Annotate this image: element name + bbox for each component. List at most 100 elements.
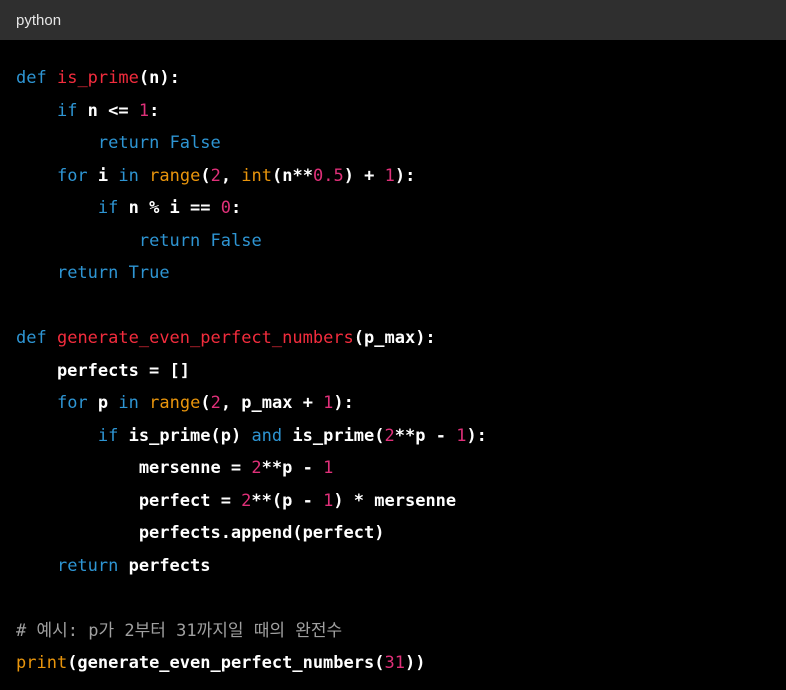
code-token: print — [16, 653, 68, 673]
code-token: ) + — [343, 165, 385, 186]
code-token: 1 — [138, 100, 150, 121]
code-token: perfects = [] — [16, 360, 190, 381]
code-token: return — [56, 555, 119, 576]
code-token: : — [230, 198, 242, 218]
code-line: for i in range(2, int(n**0.5) + 1): — [16, 160, 786, 193]
code-token: # 예시: p가 2부터 31까지일 때의 완전수 — [16, 620, 343, 641]
code-token: def — [16, 68, 47, 88]
code-block: python def is_prime(n): if n <= 1: retur… — [0, 0, 786, 690]
code-token: 2 — [384, 425, 395, 446]
code-line: def generate_even_perfect_numbers(p_max)… — [16, 322, 786, 355]
code-token: return — [97, 133, 160, 153]
code-token: ): — [394, 165, 416, 186]
code-token: n <= — [77, 100, 139, 121]
code-token: (n): — [138, 68, 180, 88]
code-token: if — [97, 198, 119, 218]
code-token: **(p - — [251, 490, 324, 511]
code-line: return perfects — [16, 550, 786, 583]
code-token: ) * mersenne — [333, 490, 457, 511]
code-token: ): — [333, 393, 354, 413]
code-token: 0.5 — [312, 165, 344, 186]
code-line: return False — [16, 225, 786, 258]
code-token: 2 — [241, 490, 252, 511]
code-token: True — [128, 263, 170, 283]
code-token: (generate_even_perfect_numbers( — [67, 653, 385, 673]
code-token: , p_max + — [220, 393, 324, 413]
code-token: perfects.append(perfect) — [16, 523, 385, 543]
code-token: perfects — [118, 555, 211, 576]
code-token: if — [97, 425, 119, 446]
code-line: mersenne = 2**p - 1 — [16, 452, 786, 485]
code-line: perfects = [] — [16, 355, 786, 388]
code-token: ): — [466, 425, 487, 446]
code-token: generate_even_perfect_numbers — [56, 328, 354, 348]
code-token: return — [56, 263, 119, 283]
code-token: ( — [200, 393, 211, 413]
code-token: 1 — [384, 165, 395, 186]
code-token: is_prime(p) — [118, 425, 252, 446]
code-token: range — [149, 393, 201, 413]
code-token: 1 — [323, 490, 334, 511]
code-token: False — [210, 230, 262, 251]
code-token: 0 — [220, 198, 231, 218]
code-token: 31 — [384, 653, 405, 673]
code-token: ( — [200, 165, 211, 186]
code-token: is_prime( — [282, 425, 385, 446]
code-token: return — [138, 230, 201, 251]
code-line: perfect = 2**(p - 1) * mersenne — [16, 485, 786, 518]
code-token: int — [241, 165, 273, 186]
code-token: (p_max): — [353, 328, 436, 348]
code-token: 2 — [210, 165, 221, 186]
code-token: in — [118, 393, 139, 413]
code-token: if — [56, 100, 78, 121]
code-token: and — [251, 425, 283, 446]
code-token: False — [169, 133, 221, 153]
code-token: perfect = — [16, 490, 242, 511]
code-token: i — [87, 165, 119, 186]
code-line: return True — [16, 257, 786, 290]
code-token: def — [16, 328, 47, 348]
code-token: n % i == — [118, 198, 221, 218]
code-line: if n <= 1: — [16, 95, 786, 128]
code-token: , — [220, 165, 242, 186]
code-token: 2 — [251, 458, 262, 478]
code-line: perfects.append(perfect) — [16, 517, 786, 550]
code-token: mersenne = — [16, 458, 252, 478]
code-token: for — [56, 165, 88, 186]
code-token: (n** — [272, 165, 313, 186]
code-line: print(generate_even_perfect_numbers(31)) — [16, 647, 786, 680]
code-header: python — [0, 0, 786, 40]
code-token: 1 — [456, 425, 467, 446]
code-line: if n % i == 0: — [16, 192, 786, 225]
code-token: )) — [404, 653, 426, 673]
code-content[interactable]: def is_prime(n): if n <= 1: return False… — [16, 62, 786, 680]
code-token: for — [56, 393, 88, 413]
code-token: : — [149, 100, 160, 121]
code-token: p — [87, 393, 119, 413]
code-token: in — [118, 165, 139, 186]
code-token: 1 — [323, 458, 334, 478]
code-line: return False — [16, 127, 786, 160]
code-token: **p - — [261, 458, 324, 478]
code-token: range — [149, 165, 201, 186]
code-line: for p in range(2, p_max + 1): — [16, 387, 786, 420]
code-line: if is_prime(p) and is_prime(2**p - 1): — [16, 420, 786, 453]
code-token: 1 — [323, 393, 334, 413]
